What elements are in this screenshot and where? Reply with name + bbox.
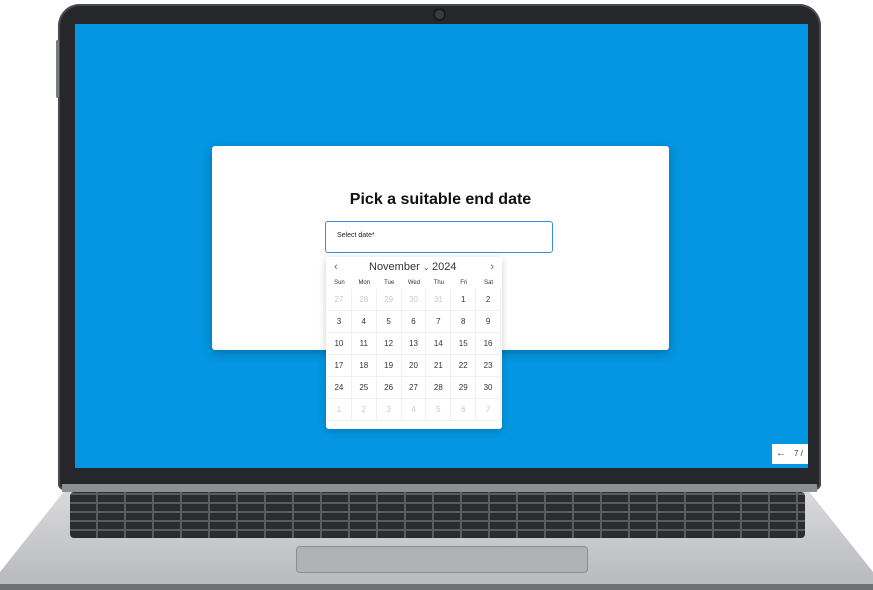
weekday-header: Mon [358,280,371,286]
calendar-day[interactable]: 22 [451,355,477,377]
slide-counter: 7 / [794,449,803,458]
calendar-day[interactable]: 6 [401,311,427,333]
calendar-day[interactable]: 30 [476,377,501,399]
calendar-day[interactable]: 23 [476,355,501,377]
previous-month-icon[interactable]: ‹ [334,261,338,273]
calendar-day[interactable]: 21 [426,355,452,377]
calendar-day[interactable]: 12 [376,333,402,355]
weekday-header: Sat [484,280,494,286]
calendar-day[interactable]: 30 [401,289,427,311]
calendar-day[interactable]: 6 [451,399,477,421]
dialog-title: Pick a suitable end date [349,191,532,208]
camera-icon [435,10,444,19]
calendar-grid: Sun Mon Tue Wed Thu Fri Sat 27 28 29 30 31 1 2 3 4 5 6 7 8 9… [327,277,501,421]
calendar-day[interactable]: 8 [451,311,477,333]
laptop-screen: Pick a suitable end date Select date* ‹ … [75,24,808,468]
laptop-side-button [56,40,59,98]
calendar-day[interactable]: 3 [376,399,402,421]
calendar-day[interactable]: 20 [401,355,427,377]
date-input-field[interactable]: Select date* [325,221,553,253]
back-arrow-icon[interactable]: ← [776,444,786,464]
calendar-day[interactable]: 25 [351,377,377,399]
calendar-day[interactable]: 3 [327,311,352,333]
calendar-day[interactable]: 19 [376,355,402,377]
weekday-header: Wed [407,280,421,286]
calendar-day[interactable]: 9 [476,311,501,333]
calendar-day[interactable]: 1 [451,289,477,311]
weekday-header: Sun [334,280,345,286]
slide-navigation: ← 7 / [772,444,808,464]
calendar-day[interactable]: 26 [376,377,402,399]
laptop-hinge [62,484,817,492]
calendar-day[interactable]: 15 [451,333,477,355]
calendar-day[interactable]: 7 [426,311,452,333]
weekday-header: Fri [460,280,468,286]
calendar-day[interactable]: 4 [401,399,427,421]
calendar-day[interactable]: 18 [351,355,377,377]
calendar-day[interactable]: 16 [476,333,501,355]
calendar-day[interactable]: 7 [476,399,501,421]
weekday-header: Thu [433,280,445,286]
calendar-day[interactable]: 14 [426,333,452,355]
calendar-day[interactable]: 10 [327,333,352,355]
calendar-day[interactable]: 29 [451,377,477,399]
calendar-day[interactable]: 27 [327,289,352,311]
calendar-day[interactable]: 27 [401,377,427,399]
calendar-popup: ‹ November ⌄ 2024 › Sun Mon Tue Wed Thu Fri Sa… [326,257,502,429]
calendar-day[interactable]: 5 [426,399,452,421]
calendar-day[interactable]: 17 [327,355,352,377]
next-month-icon[interactable]: › [490,261,494,273]
calendar-day[interactable]: 28 [351,289,377,311]
chevron-down-icon: ⌄ [422,263,430,272]
month-select[interactable]: November ⌄ [369,261,430,273]
calendar-day[interactable]: 2 [476,289,501,311]
laptop-base-edge [0,584,873,590]
calendar-header: ‹ November ⌄ 2024 › [326,261,502,275]
calendar-day[interactable]: 24 [327,377,352,399]
calendar-day[interactable]: 13 [401,333,427,355]
calendar-day[interactable]: 1 [327,399,352,421]
calendar-day[interactable]: 29 [376,289,402,311]
trackpad [296,546,588,573]
weekday-header: Tue [384,280,395,286]
calendar-day[interactable]: 28 [426,377,452,399]
calendar-day[interactable]: 31 [426,289,452,311]
keyboard [70,492,805,538]
calendar-day[interactable]: 4 [351,311,377,333]
month-label: November [369,261,420,273]
year-select[interactable]: 2024 [432,261,456,273]
calendar-day[interactable]: 5 [376,311,402,333]
calendar-day[interactable]: 11 [351,333,377,355]
calendar-day[interactable]: 2 [351,399,377,421]
date-field-label: Select date* [337,232,375,239]
